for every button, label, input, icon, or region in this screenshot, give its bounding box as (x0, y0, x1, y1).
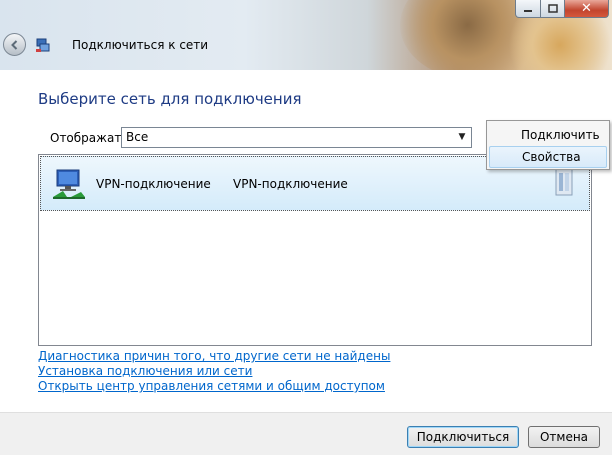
connect-button[interactable]: Подключиться (407, 426, 519, 448)
menu-item-properties[interactable]: Свойства (489, 146, 607, 168)
close-button[interactable]: ✕ (564, 0, 609, 18)
filter-label: Отображать (50, 131, 129, 145)
back-button[interactable] (3, 33, 26, 56)
context-menu: Подключить Свойства (486, 120, 610, 170)
window-title: Подключиться к сети (72, 38, 209, 52)
minimize-icon (524, 9, 532, 12)
network-list[interactable]: VPN-подключение VPN-подключение (38, 154, 592, 346)
dialog-footer: Подключиться Отмена (0, 412, 612, 455)
page-title: Выберите сеть для подключения (38, 90, 302, 108)
filter-dropdown[interactable]: Все ▼ (121, 127, 472, 148)
close-icon: ✕ (581, 1, 592, 16)
maximize-button[interactable] (540, 0, 565, 18)
filter-selected-value: Все (126, 130, 149, 144)
maximize-icon (547, 4, 558, 13)
back-arrow-icon (10, 39, 17, 50)
diagnose-link[interactable]: Диагностика причин того, что другие сети… (38, 349, 390, 363)
network-wizard-icon (36, 38, 50, 52)
network-type: VPN-подключение (233, 177, 348, 191)
cancel-button[interactable]: Отмена (528, 426, 600, 448)
minimize-button[interactable] (515, 0, 541, 18)
menu-item-connect[interactable]: Подключить (489, 124, 607, 146)
network-name: VPN-подключение (96, 177, 211, 191)
setup-connection-link[interactable]: Установка подключения или сети (38, 364, 252, 378)
connection-status-icon (555, 168, 573, 196)
title-bar: ✕ Подключиться к сети (0, 0, 612, 85)
vpn-network-icon (53, 169, 85, 199)
chevron-down-icon: ▼ (458, 132, 466, 142)
network-center-link[interactable]: Открыть центр управления сетями и общим … (38, 379, 385, 393)
